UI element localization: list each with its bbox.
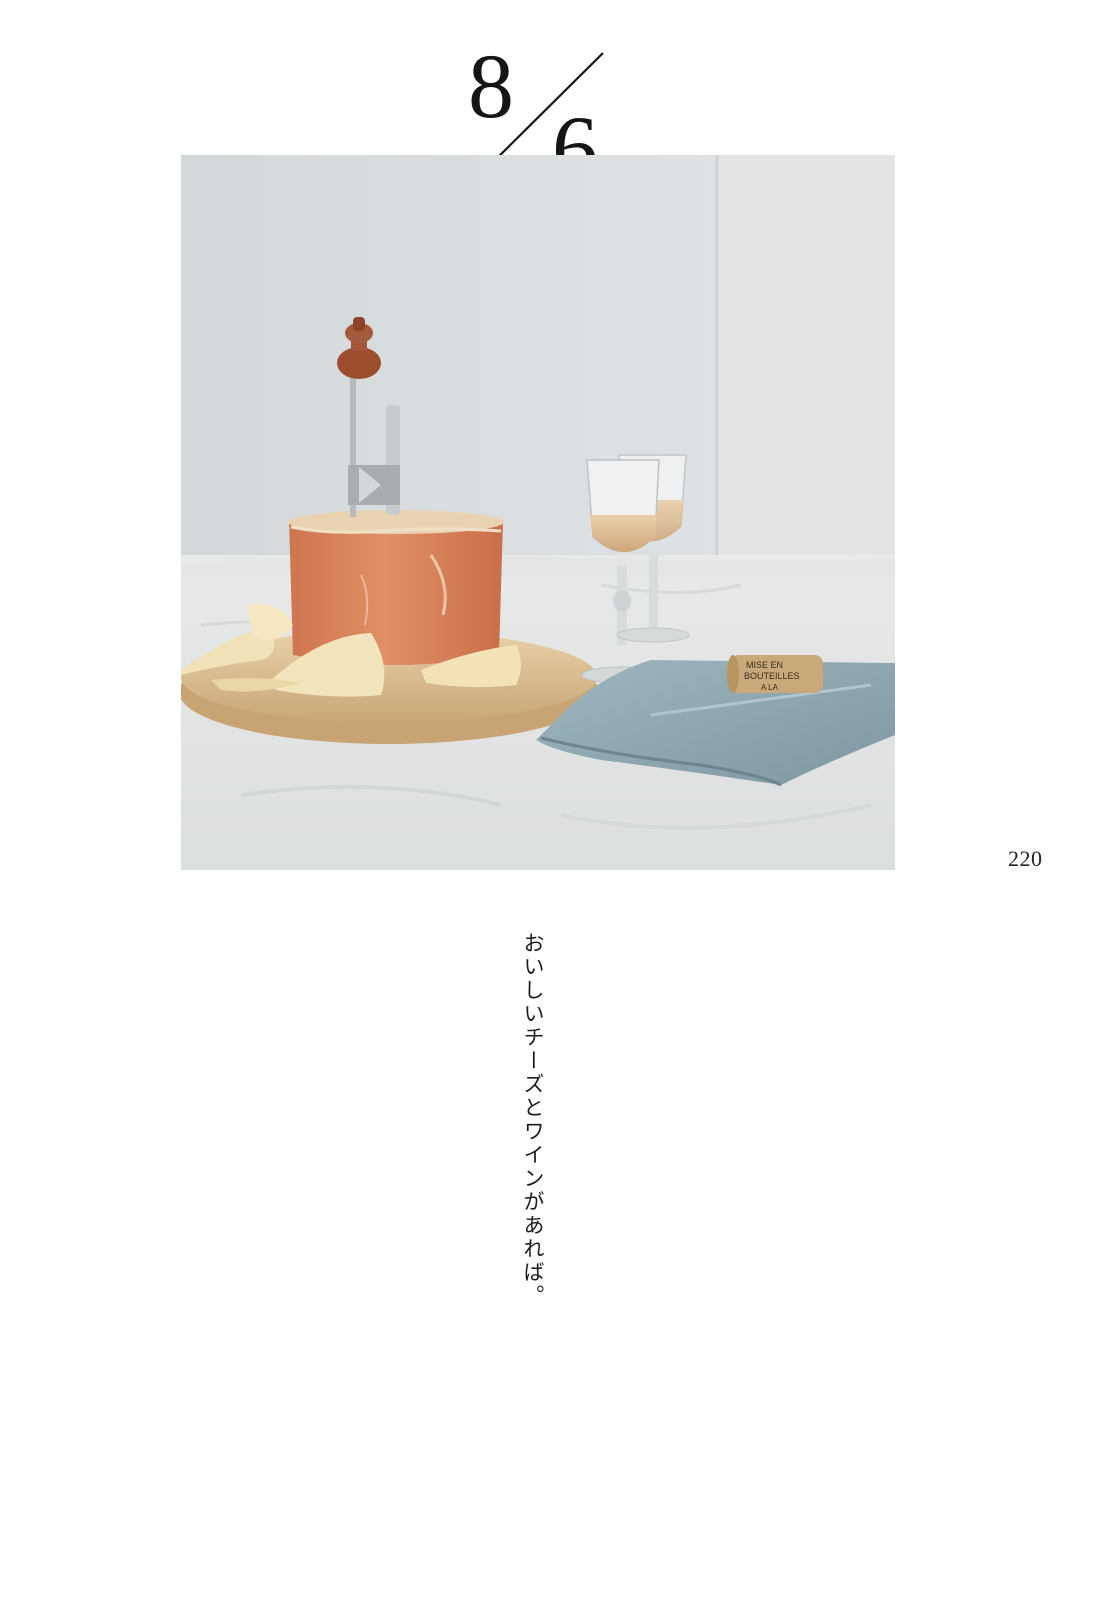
page-number: 220 <box>1008 846 1043 871</box>
cheese-wheel <box>288 510 504 665</box>
cork-text-1: MISE EN <box>746 660 783 670</box>
cork-text-2: BOUTEILLES <box>744 671 800 681</box>
wine-cork: MISE EN BOUTEILLES A LA <box>727 655 823 693</box>
vertical-caption: おいしいチーズとワインがあれば。 <box>521 932 545 1308</box>
cheese-wine-photo: MISE EN BOUTEILLES A LA <box>181 155 895 870</box>
cork-text-3: A LA <box>761 683 779 692</box>
